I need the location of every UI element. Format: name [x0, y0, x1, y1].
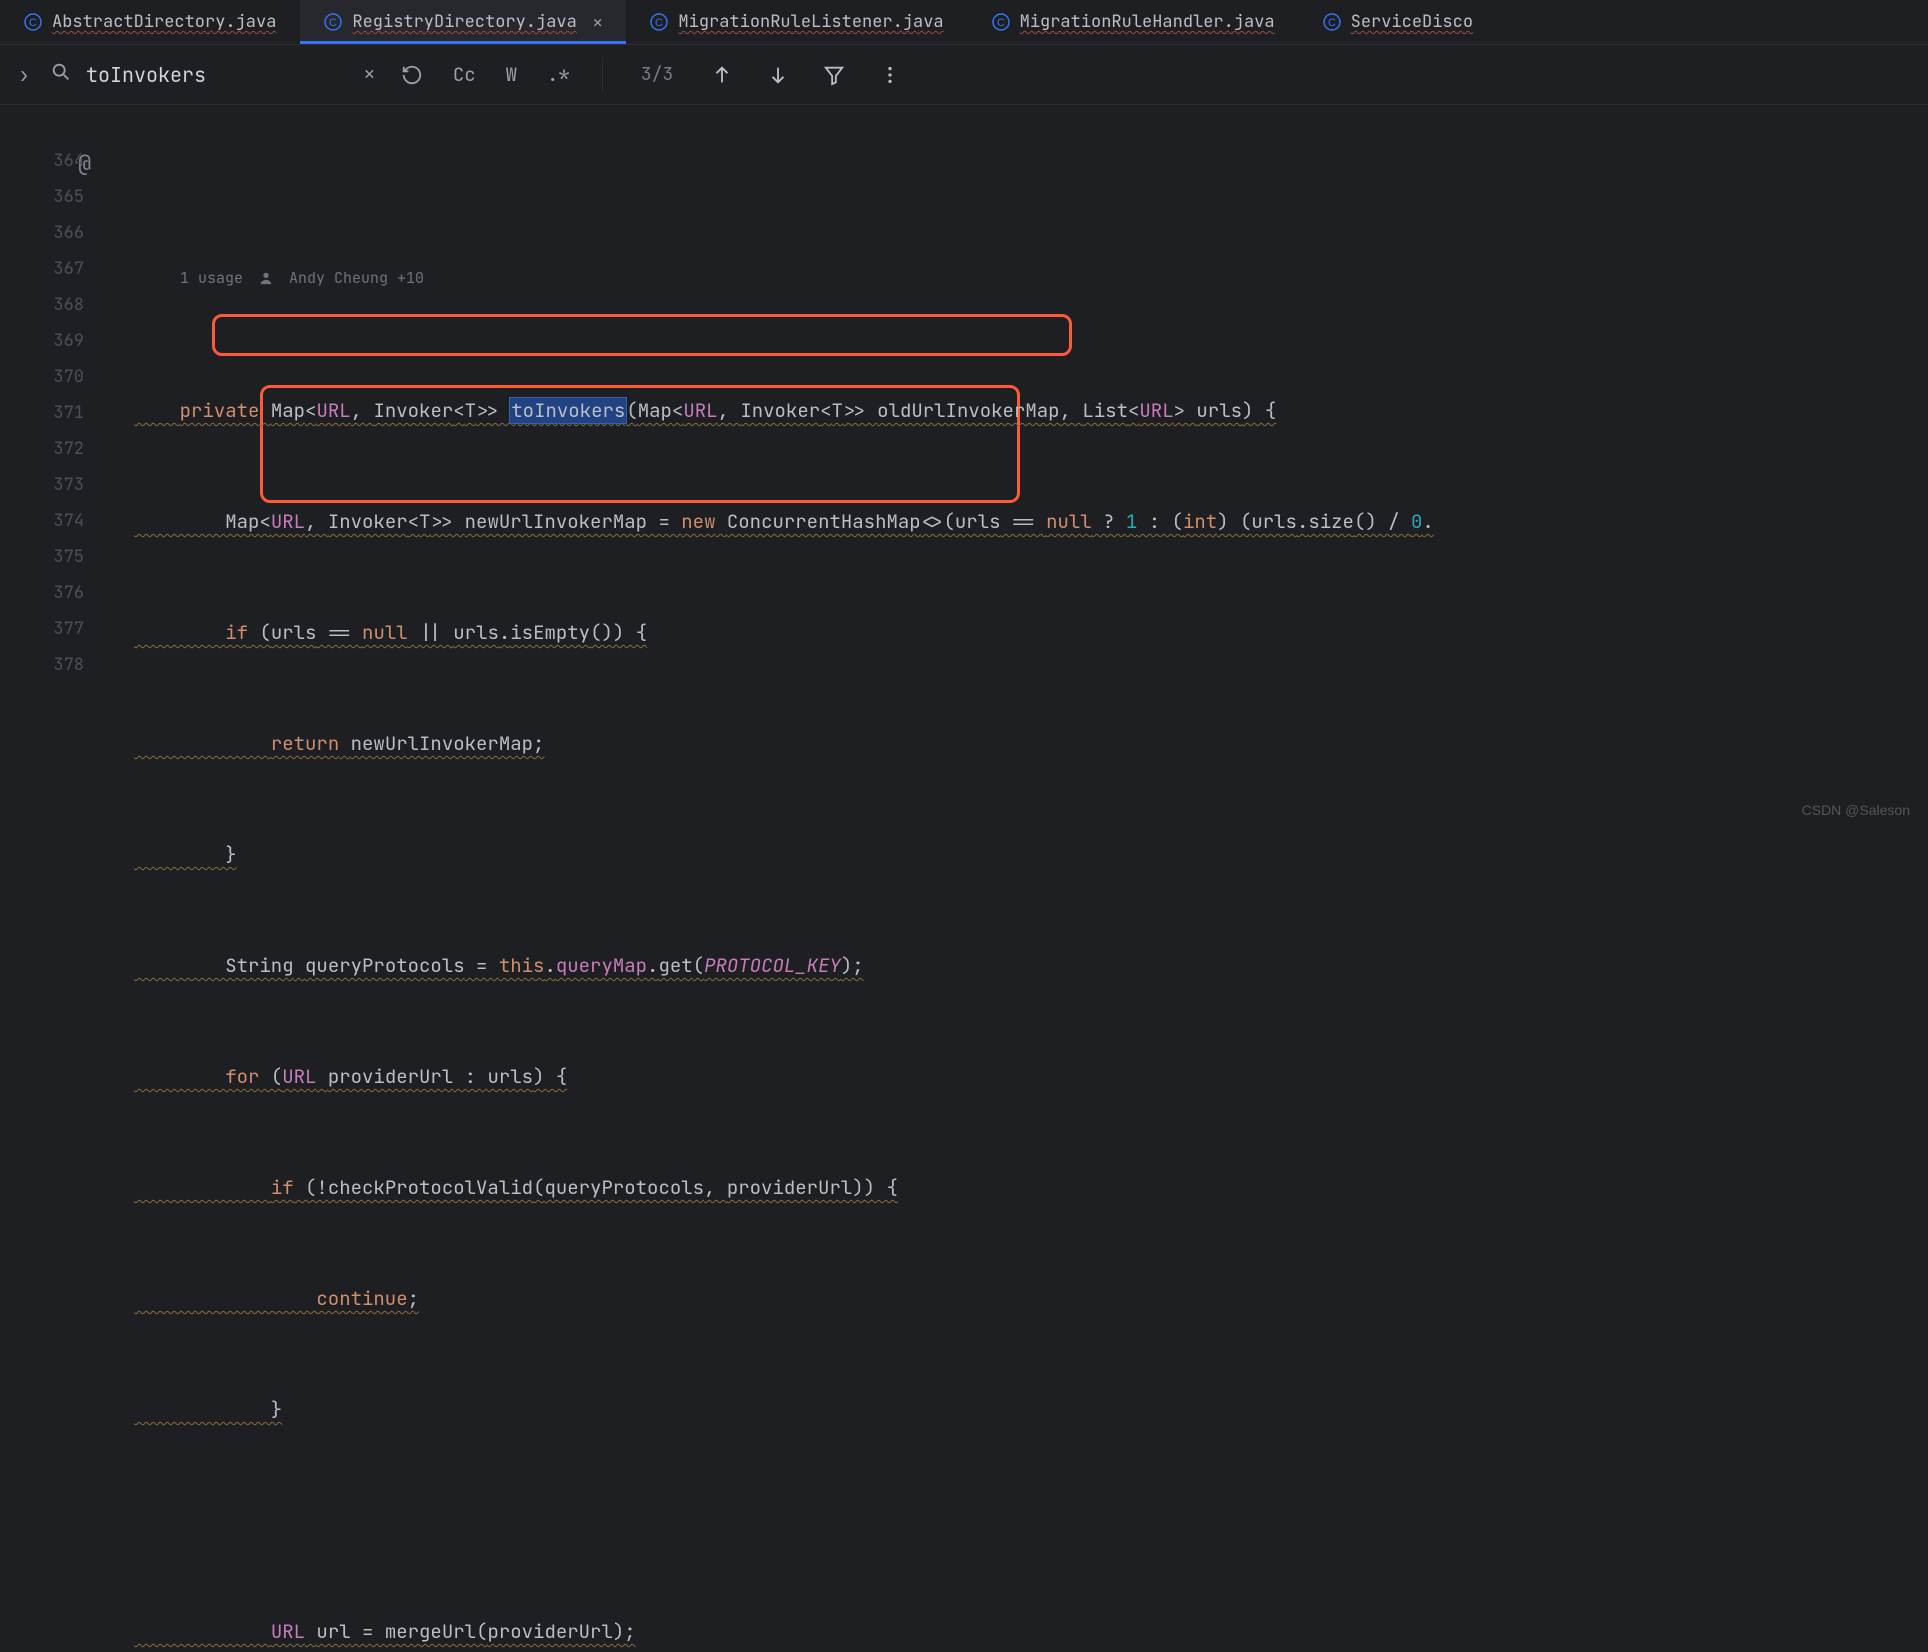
line-number: 366: [0, 215, 120, 251]
tab-migration-rule-handler[interactable]: C MigrationRuleHandler.java: [968, 0, 1299, 44]
line-number: 368: [0, 287, 120, 323]
code-line: return newUrlInvokerMap;: [120, 726, 1928, 762]
line-number: 370: [0, 359, 120, 395]
filter-icon[interactable]: [813, 64, 855, 86]
annotation-box-1: [212, 314, 1072, 356]
code-line: for (URL providerUrl : urls) {: [120, 1059, 1928, 1095]
next-match-button[interactable]: [757, 64, 799, 86]
code-line: URL url = mergeUrl(providerUrl);: [120, 1614, 1928, 1650]
line-number: 377: [0, 611, 120, 647]
line-number: 373: [0, 467, 120, 503]
more-options-icon[interactable]: [869, 64, 911, 86]
svg-text:C: C: [997, 17, 1005, 29]
line-number: 375: [0, 539, 120, 575]
gutter: @ 364 365 366 367 368 369 370 371 372 37…: [0, 105, 120, 826]
editor-tabs: C AbstractDirectory.java C RegistryDirec…: [0, 0, 1928, 45]
tab-label: MigrationRuleListener.java: [678, 11, 943, 33]
code-line: continue;: [120, 1281, 1928, 1317]
match-count: 3/3: [627, 63, 687, 86]
line-number: 364: [0, 143, 120, 179]
code-line: [120, 1503, 1928, 1539]
code-area[interactable]: 1 usage Andy Cheung +10 private Map<URL,…: [120, 105, 1928, 826]
match-case-toggle[interactable]: Cc: [445, 58, 484, 91]
code-line: private Map<URL, Invoker<T>> toInvokers(…: [120, 393, 1928, 429]
code-line: if (urls == null || urls.isEmpty()) {: [120, 615, 1928, 651]
previous-searches-icon[interactable]: [393, 60, 431, 90]
svg-text:C: C: [29, 17, 37, 29]
line-number: 367: [0, 251, 120, 287]
find-input[interactable]: [86, 62, 346, 88]
line-number: 371: [0, 395, 120, 431]
java-class-icon: C: [650, 13, 668, 31]
svg-text:C: C: [329, 17, 337, 29]
svg-text:C: C: [1328, 17, 1336, 29]
find-bar: › ✕ Cc W .* 3/3: [0, 45, 1928, 105]
tab-label: AbstractDirectory.java: [52, 11, 276, 33]
line-number: 378: [0, 647, 120, 683]
search-icon: [50, 61, 72, 89]
tab-label: RegistryDirectory.java: [352, 11, 576, 33]
whole-words-toggle[interactable]: W: [498, 58, 525, 91]
tab-label: ServiceDisco: [1351, 11, 1473, 33]
line-number: 374: [0, 503, 120, 539]
line-number: 369: [0, 323, 120, 359]
usages-inlay[interactable]: 1 usage: [180, 263, 243, 293]
code-line: String queryProtocols = this.queryMap.ge…: [120, 948, 1928, 984]
code-line: if (!checkProtocolValid(queryProtocols, …: [120, 1170, 1928, 1206]
chevron-right-icon[interactable]: ›: [12, 62, 36, 88]
tab-abstract-directory[interactable]: C AbstractDirectory.java: [0, 0, 300, 44]
java-class-icon: C: [1323, 13, 1341, 31]
tab-migration-rule-listener[interactable]: C MigrationRuleListener.java: [626, 0, 967, 44]
java-class-icon: C: [24, 13, 42, 31]
tab-registry-directory[interactable]: C RegistryDirectory.java ✕: [300, 0, 626, 44]
prev-match-button[interactable]: [701, 64, 743, 86]
svg-text:C: C: [655, 17, 663, 29]
separator: [602, 57, 603, 93]
line-number: 365: [0, 179, 120, 215]
inlay-authors: 1 usage Andy Cheung +10: [120, 263, 1928, 293]
search-highlight: toInvokers: [510, 398, 626, 423]
close-icon[interactable]: ✕: [593, 12, 603, 33]
line-number: 372: [0, 431, 120, 467]
author-inlay[interactable]: Andy Cheung +10: [289, 263, 424, 293]
code-line: }: [120, 837, 1928, 873]
watermark: CSDN @Saleson: [1802, 802, 1910, 818]
java-class-icon: C: [324, 13, 342, 31]
java-class-icon: C: [992, 13, 1010, 31]
person-icon: [259, 271, 273, 285]
code-line: }: [120, 1392, 1928, 1428]
clear-icon[interactable]: ✕: [360, 63, 379, 86]
editor-pane[interactable]: @ 364 365 366 367 368 369 370 371 372 37…: [0, 105, 1928, 826]
tab-service-discovery[interactable]: C ServiceDisco: [1299, 0, 1497, 44]
tab-label: MigrationRuleHandler.java: [1020, 11, 1275, 33]
line-number: 376: [0, 575, 120, 611]
code-line: Map<URL, Invoker<T>> newUrlInvokerMap = …: [120, 504, 1928, 540]
regex-toggle[interactable]: .*: [539, 58, 578, 91]
